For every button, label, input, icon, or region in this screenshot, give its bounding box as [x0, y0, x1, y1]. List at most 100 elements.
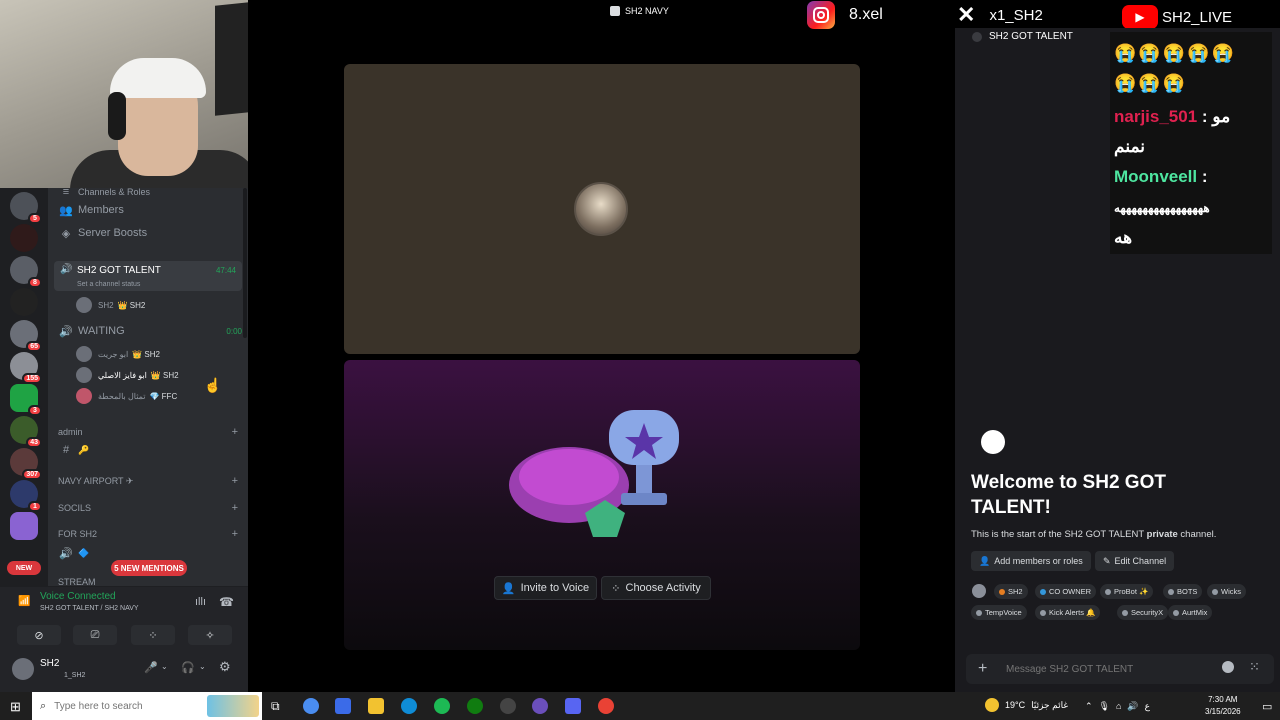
server-boosts-link[interactable]: ◈ Server Boosts: [58, 223, 242, 243]
chevron-down-icon[interactable]: ⌄: [199, 662, 206, 671]
task-view-icon[interactable]: ⧉: [271, 699, 280, 714]
avatar[interactable]: [12, 658, 34, 680]
channel-status[interactable]: Set a channel status: [77, 281, 140, 288]
role-tag-label: TempVoice: [985, 608, 1022, 617]
category-socils[interactable]: SOCILS +: [58, 502, 238, 514]
disconnect-icon[interactable]: ☎: [219, 595, 234, 609]
activities-button[interactable]: ⁘: [131, 625, 175, 645]
category-admin[interactable]: admin +: [58, 426, 238, 438]
server-rail: 5 8 65 155 3 43 307 1 NEW: [0, 188, 48, 586]
app-icon[interactable]: [532, 698, 548, 714]
members-link[interactable]: 👥 Members: [58, 200, 242, 220]
invite-label: Invite to Voice: [520, 582, 590, 594]
edit-channel-button[interactable]: ✎ Edit Channel: [1095, 551, 1175, 571]
headphones-icon[interactable]: 🎧: [181, 661, 195, 674]
emoji-row: 😭😭😭😭😭 😭😭😭: [1114, 43, 1237, 93]
new-servers-pill[interactable]: NEW: [7, 561, 41, 575]
discord-icon[interactable]: [565, 698, 581, 714]
text-channel[interactable]: # 🔑: [58, 440, 242, 460]
voice-user[interactable]: ابو فايز الاصلي 👑 SH2: [76, 366, 179, 384]
plus-icon[interactable]: +: [232, 475, 238, 487]
emoji-icon[interactable]: [1222, 661, 1234, 673]
scrollbar[interactable]: [243, 188, 247, 338]
apps-icon[interactable]: ⁙: [1249, 659, 1260, 675]
add-user-icon: 👤: [501, 582, 516, 595]
obs-icon[interactable]: [500, 698, 516, 714]
server-icon[interactable]: 3: [10, 384, 42, 416]
voice-channel-header: SH2 GOT TALENT: [972, 31, 1073, 42]
windows-start-icon[interactable]: ⊞: [10, 699, 21, 715]
role-tag[interactable]: Kick Alerts 🔔: [1035, 605, 1101, 620]
webcam-headphones: [108, 92, 126, 140]
voice-status[interactable]: Voice Connected: [40, 591, 116, 602]
voice-user[interactable]: SH2 👑 SH2: [76, 296, 145, 314]
add-attachment-icon[interactable]: +: [978, 660, 987, 678]
spotify-icon[interactable]: [434, 698, 450, 714]
voice-user[interactable]: ابو جريت 👑 SH2: [76, 345, 160, 363]
copilot-icon[interactable]: [303, 698, 319, 714]
gear-icon[interactable]: ⚙: [219, 659, 231, 675]
voice-location[interactable]: SH2 GOT TALENT / SH2 NAVY: [40, 605, 139, 612]
screen-share-button[interactable]: ⎚: [73, 625, 117, 645]
server-icon[interactable]: 307: [10, 448, 42, 480]
choose-activity-button[interactable]: ⁘ Choose Activity: [601, 576, 711, 600]
role-tag[interactable]: ProBot ✨: [1100, 584, 1154, 599]
role-tag[interactable]: BOTS: [1163, 584, 1203, 599]
edge-icon[interactable]: [401, 698, 417, 714]
invite-to-voice-button[interactable]: 👤 Invite to Voice: [494, 576, 597, 600]
server-icon[interactable]: [10, 288, 38, 316]
noise-suppression-icon[interactable]: ıllı: [195, 596, 206, 608]
volume-icon[interactable]: 🔊: [1127, 701, 1138, 712]
role-tag[interactable]: AurtMix: [1168, 605, 1213, 620]
soundboard-button[interactable]: ✧: [188, 625, 232, 645]
user-tag: 1_SH2: [64, 672, 86, 679]
server-icon[interactable]: 43: [10, 416, 42, 448]
participant-tile[interactable]: [344, 64, 860, 354]
active-voice-channel[interactable]: 🔊 SH2 GOT TALENT 47:44 Set a channel sta…: [54, 261, 242, 291]
language-indicator[interactable]: ع: [1145, 701, 1150, 712]
microphone-icon[interactable]: 🎙: [1099, 701, 1110, 712]
clock[interactable]: 7:30 AM 3/15/2026: [1205, 694, 1241, 718]
server-icon[interactable]: 155: [10, 352, 42, 384]
notification-icon[interactable]: ▭: [1262, 700, 1272, 713]
message-input[interactable]: [1006, 661, 1206, 677]
waiting-voice-channel[interactable]: 🔊 WAITING 0:00: [58, 321, 242, 341]
file-explorer-icon[interactable]: [368, 698, 384, 714]
network-icon[interactable]: ⌂: [1116, 701, 1121, 712]
voice-user[interactable]: تمثال بالمحطة 💎 FFC: [76, 387, 177, 405]
role-tag-label: AurtMix: [1182, 608, 1208, 617]
category-navy-airport[interactable]: NAVY AIRPORT ✈ +: [58, 475, 238, 487]
weather-widget[interactable]: 19°C غائم جزئيًا: [985, 698, 1068, 712]
role-tag[interactable]: SecurityX: [1117, 605, 1169, 620]
camera-button[interactable]: ⊘: [17, 625, 61, 645]
role-dot: [976, 609, 982, 616]
taskbar-search[interactable]: ⌕: [32, 692, 262, 720]
role-tag[interactable]: TempVoice: [971, 605, 1027, 620]
role-tag[interactable]: SH2: [994, 584, 1028, 599]
plus-icon[interactable]: +: [232, 502, 238, 514]
voice-status-panel: 📶 Voice Connected SH2 GOT TALENT / SH2 N…: [0, 586, 248, 648]
server-icon[interactable]: [10, 512, 38, 540]
chrome-icon[interactable]: [598, 698, 614, 714]
chat-message-2: Moonveell : ههههههههههههههههه هه: [1114, 162, 1272, 253]
server-icon[interactable]: 8: [10, 256, 42, 288]
xbox-icon[interactable]: [467, 698, 483, 714]
media-player-icon[interactable]: [335, 698, 351, 714]
chevron-up-icon[interactable]: ⌃: [1085, 701, 1093, 712]
category-stream[interactable]: STREAM: [58, 577, 238, 586]
server-icon[interactable]: [10, 224, 38, 252]
role-tag[interactable]: Wicks: [1207, 584, 1246, 599]
server-icon[interactable]: 65: [10, 320, 42, 352]
taskbar-search-input[interactable]: [54, 700, 195, 712]
microphone-icon[interactable]: 🎤: [144, 661, 158, 674]
plus-icon[interactable]: +: [232, 426, 238, 438]
server-icon[interactable]: 1: [10, 480, 42, 512]
x-overlay: ✕ x1_SH2: [957, 4, 1043, 26]
category-for-sh2[interactable]: FOR SH2 +: [58, 528, 238, 540]
new-mentions-pill[interactable]: 5 NEW MENTIONS: [111, 560, 187, 576]
role-tag[interactable]: CO OWNER: [1035, 584, 1097, 599]
server-icon[interactable]: 5: [10, 192, 42, 224]
add-members-button[interactable]: 👤 Add members or roles: [971, 551, 1091, 571]
chevron-down-icon[interactable]: ⌄: [161, 662, 168, 671]
plus-icon[interactable]: +: [232, 528, 238, 540]
